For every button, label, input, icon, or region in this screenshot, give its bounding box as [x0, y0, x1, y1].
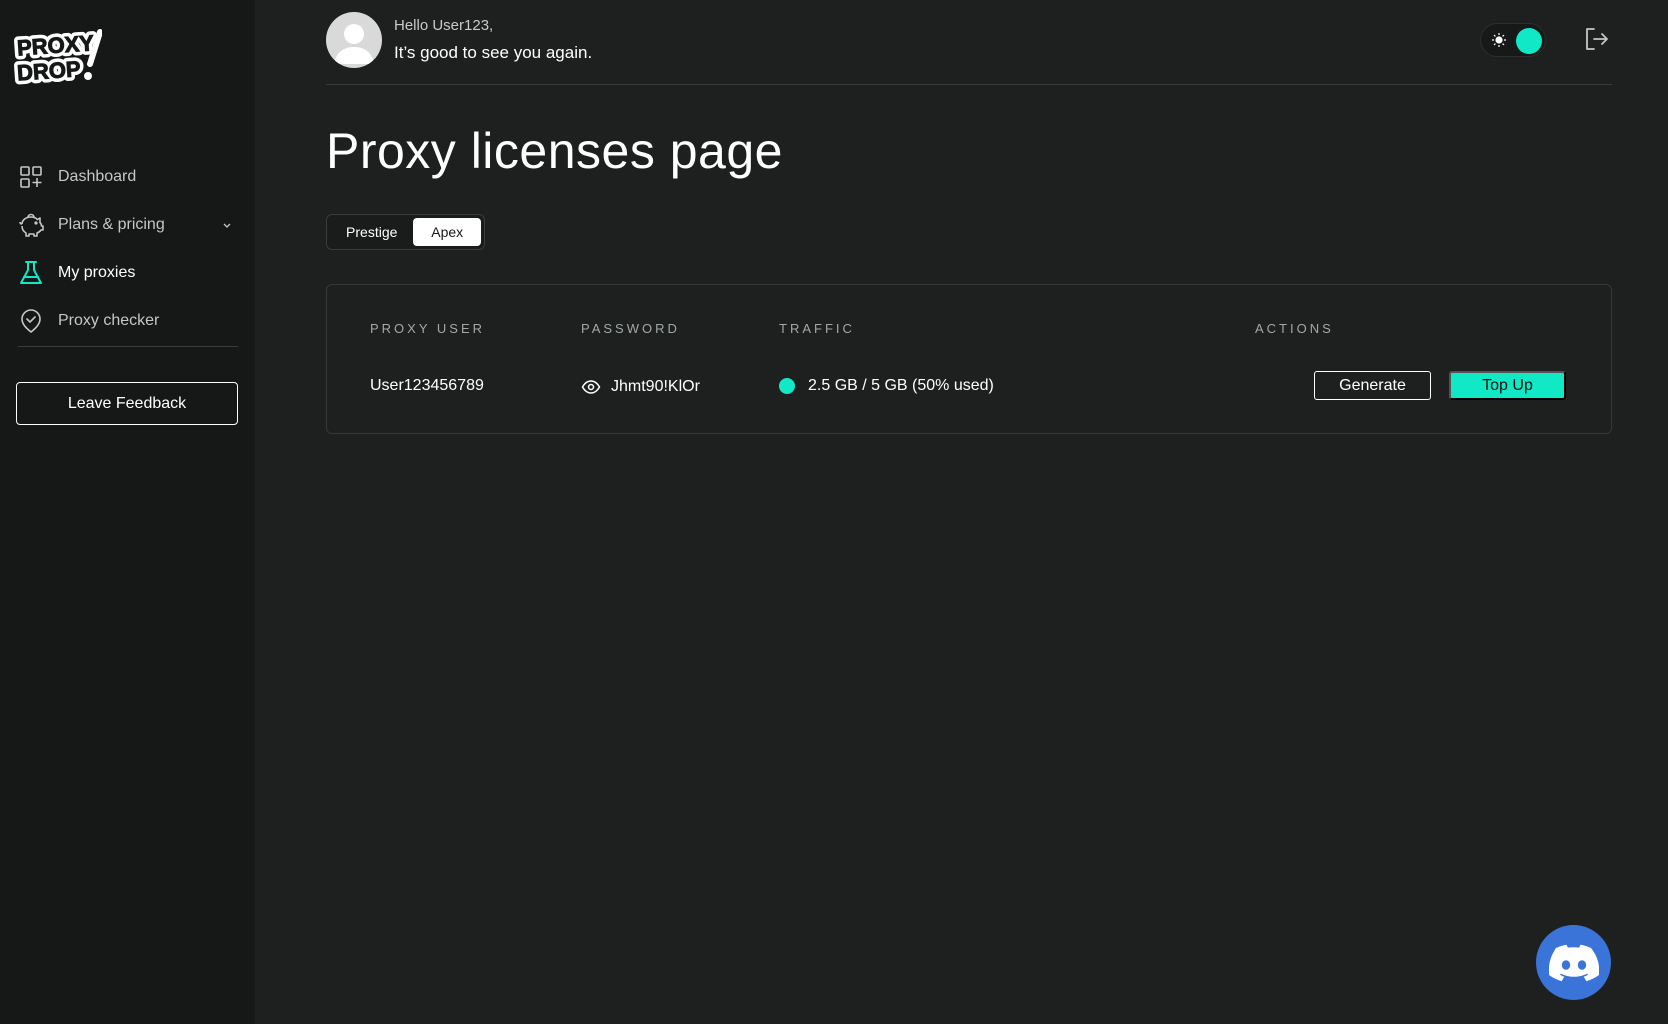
dashboard-grid-icon: [18, 164, 44, 190]
piggy-bank-icon: [18, 212, 44, 238]
eye-icon[interactable]: [581, 377, 601, 397]
sidebar-divider: [18, 346, 238, 347]
sidebar-item-label: My proxies: [58, 264, 136, 281]
top-up-button[interactable]: Top Up: [1449, 371, 1566, 400]
greeting-text: Hello User123,: [394, 17, 494, 34]
sidebar-item-plans-pricing[interactable]: Plans & pricing: [0, 201, 255, 249]
svg-text:DROP: DROP: [16, 56, 81, 85]
page-title: Proxy licenses page: [326, 123, 783, 179]
logout-icon[interactable]: [1582, 25, 1610, 53]
sidebar-item-label: Proxy checker: [58, 312, 160, 329]
sidebar-item-dashboard[interactable]: Dashboard: [0, 153, 255, 201]
column-header-proxy-user: PROXY USER: [370, 321, 486, 336]
chevron-down-icon[interactable]: [221, 218, 233, 230]
traffic-value: 2.5 GB / 5 GB (50% used): [808, 377, 994, 394]
svg-text:PROXY: PROXY: [16, 30, 95, 60]
top-header: Hello User123, It’s good to see you agai…: [326, 12, 1612, 85]
column-header-password: PASSWORD: [581, 321, 680, 336]
status-dot: [779, 378, 795, 394]
theme-toggle[interactable]: [1480, 23, 1546, 57]
password-value: Jhmt90!KlOr: [611, 378, 700, 395]
traffic-cell: 2.5 GB / 5 GB (50% used): [779, 377, 994, 395]
column-header-traffic: TRAFFIC: [779, 321, 855, 336]
avatar[interactable]: [326, 12, 382, 68]
sidebar-item-label: Dashboard: [58, 168, 137, 185]
tab-prestige[interactable]: Prestige: [330, 218, 413, 246]
column-header-actions: ACTIONS: [1255, 321, 1334, 336]
sidebar-item-my-proxies[interactable]: My proxies: [0, 249, 255, 297]
sidebar: PROXY DROP PROXY DROP Dashboard Plans & …: [0, 0, 255, 1024]
proxy-drop-logo[interactable]: PROXY DROP PROXY DROP: [12, 26, 103, 90]
sidebar-item-label: Plans & pricing: [58, 216, 165, 233]
welcome-subtitle: It’s good to see you again.: [394, 43, 593, 62]
proxy-licenses-table: PROXY USER PASSWORD TRAFFIC ACTIONS User…: [326, 284, 1612, 434]
plan-tabs: Prestige Apex: [326, 214, 485, 250]
shield-check-icon: [18, 308, 44, 334]
leave-feedback-button[interactable]: Leave Feedback: [16, 382, 238, 425]
sidebar-nav: Dashboard Plans & pricing My proxies Pro…: [0, 153, 255, 345]
sidebar-item-proxy-checker[interactable]: Proxy checker: [0, 297, 255, 345]
toggle-knob: [1516, 28, 1542, 54]
tab-apex[interactable]: Apex: [413, 218, 481, 246]
generate-button[interactable]: Generate: [1314, 371, 1431, 400]
password-cell: Jhmt90!KlOr: [581, 377, 700, 397]
flask-icon: [18, 260, 44, 286]
proxy-user-cell: User123456789: [370, 377, 484, 394]
discord-icon[interactable]: [1536, 925, 1611, 1000]
sun-icon: [1491, 32, 1507, 48]
